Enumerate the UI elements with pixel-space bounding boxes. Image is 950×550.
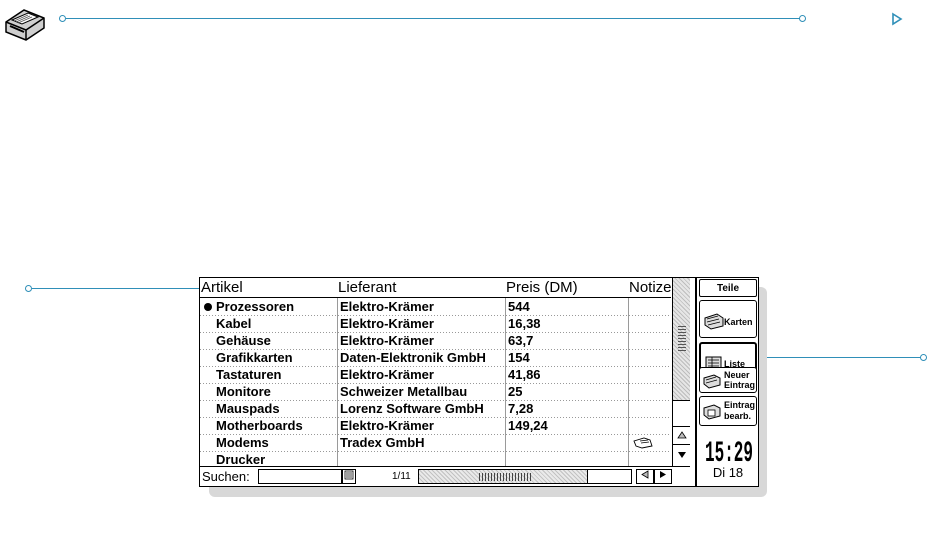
cell-artikel: Kabel xyxy=(216,316,252,331)
karten-icon xyxy=(703,312,725,335)
bearb-label-line1: Eintrag xyxy=(724,400,756,410)
cell-artikel: Modems xyxy=(216,435,269,450)
scroll-thumb-grip[interactable] xyxy=(678,326,686,352)
neuer-eintrag-icon xyxy=(702,373,722,394)
cell-preis: 16,38 xyxy=(508,316,541,331)
cell-lieferant: Elektro-Krämer xyxy=(340,418,434,433)
device-screen: Artikel Lieferant Preis (DM) Notize Proz… xyxy=(199,277,759,487)
cell-lieferant: Schweizer Metallbau xyxy=(340,384,468,399)
selected-row-marker xyxy=(204,303,212,311)
clock-date: Di 18 xyxy=(712,465,744,480)
eintrag-bearb-icon xyxy=(702,403,722,426)
scroll-left-icon[interactable] xyxy=(636,469,654,484)
clock-display: 15:29 xyxy=(703,434,755,464)
cell-artikel: Tastaturen xyxy=(216,367,282,382)
scroll-thumb-grip[interactable] xyxy=(479,473,531,481)
cell-preis: 154 xyxy=(508,350,530,365)
neuer-label-line1: Neuer xyxy=(724,370,750,380)
scroll-down-icon[interactable] xyxy=(673,444,690,466)
cell-preis: 7,28 xyxy=(508,401,534,416)
cell-lieferant: Lorenz Software GmbH xyxy=(340,401,484,416)
table-row[interactable]: Prozessoren Elektro-Krämer 544 xyxy=(200,299,671,316)
panel-title-button[interactable]: Teile xyxy=(699,279,757,297)
search-input[interactable] xyxy=(258,469,342,484)
table-row[interactable]: Grafikkarten Daten-Elektronik GmbH 154 xyxy=(200,350,671,367)
cell-preis: 63,7 xyxy=(508,333,534,348)
cell-artikel: Mauspads xyxy=(216,401,280,416)
callout-line-right xyxy=(744,357,921,358)
eintrag-bearb-button[interactable]: Eintrag bearb. xyxy=(699,396,757,426)
header-preis[interactable]: Preis (DM) xyxy=(506,278,578,297)
table-row[interactable]: Monitore Schweizer Metallbau 25 xyxy=(200,384,671,401)
search-label: Suchen: xyxy=(202,469,250,484)
app-icon xyxy=(2,2,46,42)
toolbar-panel: Teile Karten Liste Neuer Eintrag Eintrag… xyxy=(695,278,759,486)
karten-label: Karten xyxy=(724,317,753,327)
cell-lieferant: Elektro-Krämer xyxy=(340,299,434,314)
clock-time: 15:29 xyxy=(705,437,753,464)
callout-line-top xyxy=(66,18,802,19)
page-counter: 1/11 xyxy=(392,471,411,482)
data-table: Artikel Lieferant Preis (DM) Notize Proz… xyxy=(200,278,671,466)
table-row[interactable]: Mauspads Lorenz Software GmbH 7,28 xyxy=(200,401,671,418)
table-row[interactable]: Tastaturen Elektro-Krämer 41,86 xyxy=(200,367,671,384)
clock-digits: 15:29 xyxy=(705,437,753,464)
header-lieferant[interactable]: Lieferant xyxy=(338,278,396,297)
callout-dot-right xyxy=(920,354,927,361)
header-notizen[interactable]: Notize xyxy=(629,278,671,297)
cell-artikel: Gehäuse xyxy=(216,333,271,348)
cell-lieferant: Elektro-Krämer xyxy=(340,316,434,331)
table-row[interactable]: Gehäuse Elektro-Krämer 63,7 xyxy=(200,333,671,350)
cell-lieferant: Daten-Elektronik GmbH xyxy=(340,350,486,365)
karten-button[interactable]: Karten xyxy=(699,300,757,338)
scroll-up-icon[interactable] xyxy=(673,426,690,444)
cell-artikel: Drucker xyxy=(216,452,266,466)
cell-preis: 25 xyxy=(508,384,523,399)
cell-preis: 149,24 xyxy=(508,418,548,433)
header-artikel[interactable]: Artikel xyxy=(201,278,243,297)
table-row[interactable]: Kabel Elektro-Krämer 16,38 xyxy=(200,316,671,333)
callout-line-left xyxy=(32,288,212,289)
scroll-right-icon[interactable] xyxy=(654,469,672,484)
callout-dot-top-right xyxy=(799,15,806,22)
horizontal-scroll-track[interactable] xyxy=(588,469,632,484)
vertical-scrollbar[interactable] xyxy=(672,278,690,466)
cell-artikel: Monitore xyxy=(216,384,271,399)
horizontal-scrollbar[interactable] xyxy=(418,469,588,484)
list-view-icon[interactable] xyxy=(342,469,356,484)
cell-artikel: Grafikkarten xyxy=(216,350,293,365)
panel-title: Teile xyxy=(716,283,740,294)
neuer-eintrag-button[interactable]: Neuer Eintrag xyxy=(699,367,757,393)
cell-lieferant: Elektro-Krämer xyxy=(340,367,434,382)
cell-preis: 41,86 xyxy=(508,367,541,382)
bearb-label-line2: bearb. xyxy=(724,411,752,421)
scroll-track-empty[interactable] xyxy=(673,400,690,427)
table-row[interactable]: Modems Tradex GmbH xyxy=(200,435,671,452)
cell-preis: 544 xyxy=(508,299,530,314)
cell-artikel: Prozessoren xyxy=(216,299,295,314)
search-bar: Suchen: 1/11 xyxy=(200,466,690,486)
callout-dot-left xyxy=(25,285,32,292)
table-row[interactable]: Drucker xyxy=(200,452,671,466)
cell-artikel: Motherboards xyxy=(216,418,303,433)
callout-dot-top-left xyxy=(59,15,66,22)
play-arrow-icon[interactable] xyxy=(891,12,903,31)
header-divider xyxy=(200,297,671,298)
table-row[interactable]: Motherboards Elektro-Krämer 149,24 xyxy=(200,418,671,435)
cell-lieferant: Tradex GmbH xyxy=(340,435,425,450)
neuer-label-line2: Eintrag xyxy=(724,380,756,390)
cell-lieferant: Elektro-Krämer xyxy=(340,333,434,348)
